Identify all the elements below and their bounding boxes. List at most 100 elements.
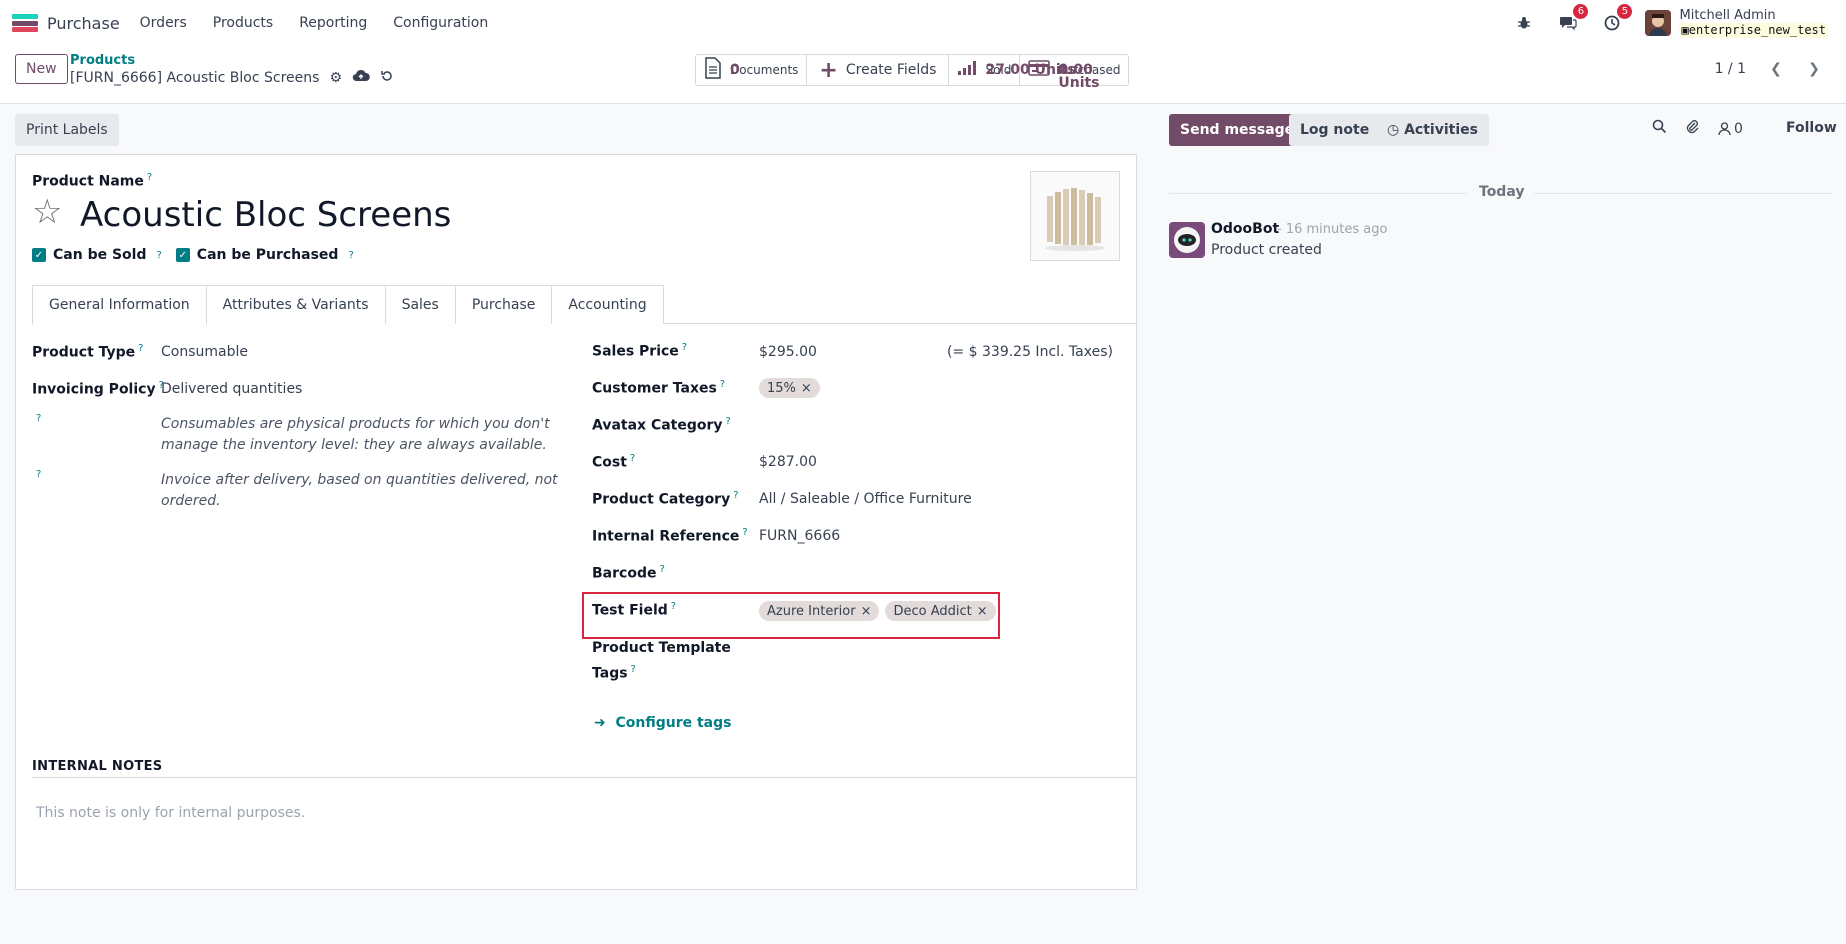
cloud-save-icon[interactable] bbox=[352, 69, 370, 87]
help-icon[interactable]: ? bbox=[156, 250, 161, 261]
main-menu: Orders Products Reporting Configuration bbox=[140, 15, 515, 31]
documents-label: Documents bbox=[730, 62, 799, 77]
messages-icon[interactable]: 6 bbox=[1557, 4, 1589, 34]
cost-field[interactable]: $287.00 bbox=[759, 454, 817, 470]
configure-tags-link[interactable]: ➜ Configure tags bbox=[594, 715, 731, 731]
product-flags: ✓ Can be Sold? ✓ Can be Purchased? bbox=[32, 247, 354, 263]
help-icon[interactable]: ? bbox=[348, 250, 353, 261]
database-label: enterprise_new_test bbox=[1688, 23, 1826, 37]
app-logo-icon[interactable] bbox=[12, 14, 38, 32]
sold-button[interactable]: Sold 27.00 Units bbox=[949, 55, 1076, 85]
help-icon[interactable]: ? bbox=[138, 343, 143, 354]
app-name[interactable]: Purchase bbox=[47, 14, 120, 33]
customer-taxes-field[interactable]: 15% × bbox=[759, 378, 820, 398]
tab-attributes-variants[interactable]: Attributes & Variants bbox=[205, 285, 386, 324]
tab-general-information[interactable]: General Information bbox=[32, 285, 207, 325]
user-avatar[interactable] bbox=[1645, 10, 1672, 36]
user-menu[interactable]: Mitchell Admin ▣enterprise_new_test bbox=[1679, 8, 1828, 38]
barcode-label: Barcode? bbox=[592, 564, 665, 582]
product-type-label-text: Product Type bbox=[32, 344, 136, 361]
product-name-label: Product Name? bbox=[32, 172, 152, 190]
arrow-right-icon: ➜ bbox=[594, 715, 606, 731]
remove-tag-icon[interactable]: × bbox=[801, 381, 812, 396]
paperclip-icon[interactable] bbox=[1685, 119, 1700, 138]
divider bbox=[1534, 193, 1832, 194]
followers-button[interactable]: 0 bbox=[1718, 121, 1743, 137]
help-icon[interactable]: ? bbox=[630, 453, 635, 464]
odoobot-avatar[interactable] bbox=[1169, 222, 1205, 258]
can-be-sold-checkbox[interactable]: ✓ Can be Sold? bbox=[32, 247, 162, 263]
purchased-value: 0.00 Units bbox=[1058, 61, 1100, 91]
chevron-right-icon[interactable]: ❯ bbox=[1800, 58, 1828, 80]
internal-reference-label-text: Internal Reference bbox=[592, 528, 740, 545]
record-title: [FURN_6666] Acoustic Bloc Screens bbox=[70, 70, 320, 86]
menu-orders[interactable]: Orders bbox=[140, 15, 187, 31]
create-fields-button[interactable]: + Create Fields bbox=[807, 55, 950, 85]
cost-label: Cost? bbox=[592, 453, 635, 471]
internal-notes-field[interactable]: This note is only for internal purposes. bbox=[36, 805, 305, 821]
help-icon[interactable]: ? bbox=[147, 172, 152, 183]
breadcrumb-current: [FURN_6666] Acoustic Bloc Screens ⚙ bbox=[70, 69, 394, 87]
highlight-box bbox=[582, 592, 1000, 639]
help-icon[interactable]: ? bbox=[733, 490, 738, 501]
search-icon[interactable] bbox=[1652, 119, 1667, 138]
new-button[interactable]: New bbox=[15, 54, 68, 84]
follow-button[interactable]: Follow bbox=[1786, 120, 1837, 136]
invoicing-policy-label: Invoicing Policy? bbox=[32, 380, 164, 398]
product-image[interactable] bbox=[1030, 171, 1120, 261]
product-category-field[interactable]: All / Saleable / Office Furniture bbox=[759, 491, 972, 507]
can-be-purchased-checkbox[interactable]: ✓ Can be Purchased? bbox=[175, 247, 354, 263]
help-icon[interactable]: ? bbox=[742, 527, 747, 538]
sales-price-field[interactable]: $295.00 bbox=[759, 344, 817, 360]
product-name-field[interactable]: Acoustic Bloc Screens bbox=[80, 195, 451, 235]
documents-button[interactable]: Documents 0 bbox=[696, 55, 808, 85]
breadcrumb-parent[interactable]: Products bbox=[70, 53, 135, 68]
user-icon bbox=[1718, 121, 1731, 135]
check-icon: ✓ bbox=[32, 248, 46, 262]
internal-reference-field[interactable]: FURN_6666 bbox=[759, 528, 840, 544]
product-type-field[interactable]: Consumable bbox=[161, 344, 248, 360]
help-icon[interactable]: ? bbox=[659, 564, 664, 575]
activities-clock-icon[interactable]: 5 bbox=[1601, 4, 1633, 34]
messages-badge: 6 bbox=[1573, 4, 1589, 19]
log-note-button[interactable]: Log note bbox=[1289, 114, 1381, 146]
help-icon[interactable]: ? bbox=[720, 379, 725, 390]
activities-badge: 5 bbox=[1617, 4, 1633, 19]
navbar-systray: 6 5 Mitchell Admin ▣enterprise_new_test bbox=[1513, 0, 1828, 46]
sales-price-label-text: Sales Price bbox=[592, 343, 679, 360]
invoicing-policy-field[interactable]: Delivered quantities bbox=[161, 381, 302, 397]
product-category-label: Product Category? bbox=[592, 490, 739, 508]
menu-reporting[interactable]: Reporting bbox=[299, 15, 367, 31]
tab-purchase[interactable]: Purchase bbox=[454, 285, 553, 324]
message-author[interactable]: OdooBot bbox=[1211, 221, 1279, 237]
send-message-button[interactable]: Send message bbox=[1169, 114, 1306, 146]
help-icon[interactable]: ? bbox=[726, 416, 731, 427]
customer-taxes-label-text: Customer Taxes bbox=[592, 380, 717, 397]
tab-accounting[interactable]: Accounting bbox=[551, 285, 664, 324]
print-labels-button[interactable]: Print Labels bbox=[15, 114, 119, 146]
clock-icon: ◷ bbox=[1387, 122, 1400, 138]
cost-label-text: Cost bbox=[592, 454, 627, 471]
bug-icon[interactable] bbox=[1513, 12, 1535, 34]
star-icon[interactable]: ☆ bbox=[32, 195, 62, 229]
activities-button[interactable]: ◷ Activities bbox=[1376, 114, 1489, 146]
internal-reference-label: Internal Reference? bbox=[592, 527, 748, 545]
message-time: - 16 minutes ago bbox=[1277, 222, 1388, 237]
product-template-tags-label: Product Template Tags? bbox=[592, 638, 731, 685]
help-icon[interactable]: ? bbox=[36, 413, 41, 424]
help-icon[interactable]: ? bbox=[631, 664, 636, 675]
help-icon[interactable]: ? bbox=[36, 469, 41, 480]
help-icon[interactable]: ? bbox=[682, 342, 687, 353]
gear-icon[interactable]: ⚙ bbox=[329, 70, 342, 86]
menu-products[interactable]: Products bbox=[213, 15, 273, 31]
tab-sales[interactable]: Sales bbox=[384, 285, 456, 324]
discard-icon[interactable] bbox=[380, 69, 394, 87]
pager-value[interactable]: 1 / 1 bbox=[1715, 61, 1746, 77]
menu-configuration[interactable]: Configuration bbox=[393, 15, 488, 31]
chevron-left-icon[interactable]: ❮ bbox=[1762, 58, 1790, 80]
configure-tags-label: Configure tags bbox=[615, 715, 732, 731]
pager: 1 / 1 ❮ ❯ bbox=[1715, 58, 1828, 80]
sales-price-incl-taxes: (= $ 339.25 Incl. Taxes) bbox=[947, 344, 1113, 360]
product-template-tags-label-line1: Product Template bbox=[592, 640, 731, 656]
invoice-help-text: Invoice after delivery, based on quantit… bbox=[161, 472, 558, 509]
